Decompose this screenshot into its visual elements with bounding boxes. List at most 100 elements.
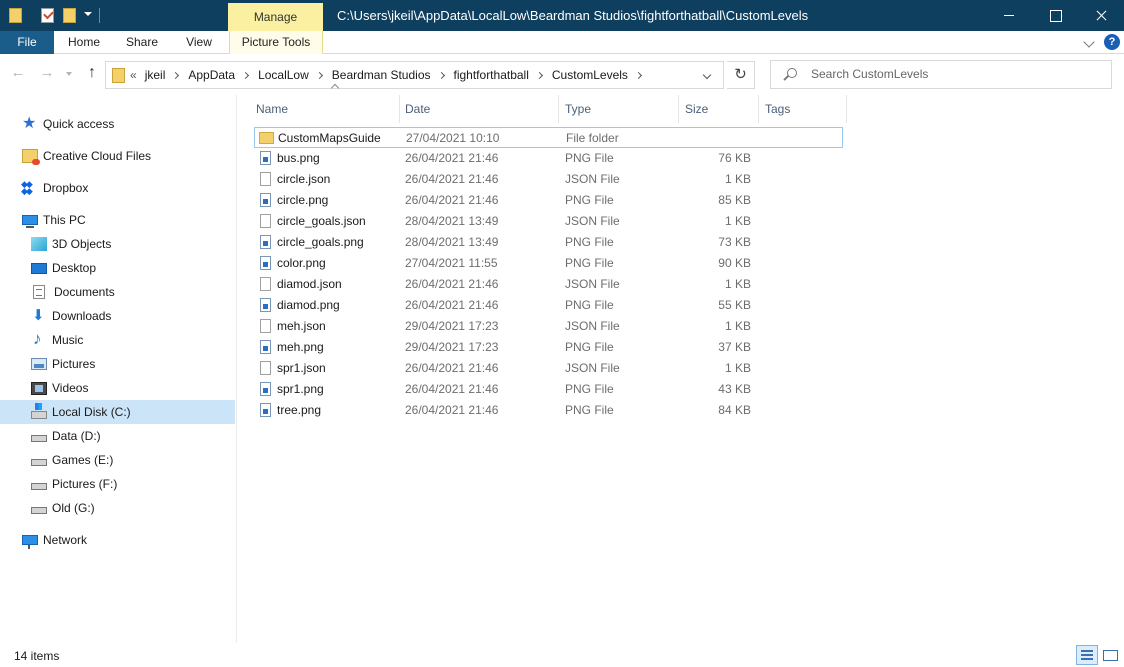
tab-view[interactable]: View (172, 31, 226, 54)
documents-icon (33, 285, 45, 299)
sidebar-item-this-pc[interactable]: This PC (22, 208, 86, 232)
sidebar-item-dropbox[interactable]: Dropbox (21, 176, 88, 200)
file-type: JSON File (565, 214, 620, 228)
file-size: 55 KB (718, 298, 751, 312)
new-folder-icon[interactable] (63, 8, 76, 23)
column-header-tags[interactable]: Tags (759, 95, 847, 123)
sidebar-item-label: Data (D:) (52, 429, 101, 443)
column-header-type[interactable]: Type (559, 95, 679, 123)
chevron-right-icon[interactable] (437, 71, 445, 79)
help-icon[interactable]: ? (1104, 34, 1120, 50)
json-file-icon (260, 172, 271, 186)
ribbon-tab-bar: File Home Share View Picture Tools ? (0, 31, 1124, 54)
tab-picture-tools[interactable]: Picture Tools (229, 31, 323, 54)
address-bar[interactable]: « jkeil AppData LocalLow Beardman Studio… (105, 61, 724, 89)
table-row[interactable]: color.png 27/04/2021 11:55 PNG File 90 KB (254, 253, 843, 274)
breadcrumb-item[interactable]: AppData (188, 68, 235, 82)
tab-manage[interactable]: Manage (228, 3, 323, 31)
large-icons-view-icon[interactable] (1101, 646, 1119, 664)
breadcrumb-item[interactable]: CustomLevels (552, 68, 628, 82)
windows-drive-icon (31, 403, 47, 419)
sidebar-item-label: Documents (54, 285, 115, 299)
file-list: Name Date Type Size Tags CustomMapsGuide… (238, 83, 1124, 643)
chevron-right-icon[interactable] (535, 71, 543, 79)
table-row[interactable]: spr1.png 26/04/2021 21:46 PNG File 43 KB (254, 379, 843, 400)
sidebar-item-quick-access[interactable]: Quick access (22, 112, 114, 136)
table-row[interactable]: circle_goals.json 28/04/2021 13:49 JSON Fi… (254, 211, 843, 232)
file-size: 1 KB (724, 277, 751, 291)
chevron-right-icon[interactable] (634, 71, 642, 79)
table-row[interactable]: meh.png 29/04/2021 17:23 PNG File 37 KB (254, 337, 843, 358)
breadcrumb-overflow[interactable]: « (130, 68, 137, 82)
chevron-right-icon[interactable] (242, 71, 250, 79)
breadcrumb-item[interactable]: fightforthatball (454, 68, 529, 82)
sidebar-item-pictures[interactable]: Pictures (31, 352, 95, 376)
sidebar-item-network[interactable]: Network (22, 528, 87, 552)
sidebar-item-downloads[interactable]: Downloads (31, 304, 111, 328)
column-header-name[interactable]: Name (250, 83, 400, 123)
drive-icon (31, 458, 47, 466)
chevron-right-icon[interactable] (315, 71, 323, 79)
sidebar-item-videos[interactable]: Videos (31, 376, 88, 400)
column-header-size[interactable]: Size (679, 95, 759, 123)
table-row[interactable]: circle.png 26/04/2021 21:46 PNG File 85 KB (254, 190, 843, 211)
sidebar-item-3d-objects[interactable]: 3D Objects (31, 232, 111, 256)
sidebar-item-old-g[interactable]: Old (G:) (31, 496, 95, 520)
column-header-date[interactable]: Date (399, 95, 559, 123)
file-date: 26/04/2021 21:46 (405, 382, 499, 396)
refresh-button[interactable]: ↻ (727, 61, 755, 89)
recent-locations-chevron-icon[interactable] (66, 72, 72, 76)
sidebar-item-label: Old (G:) (52, 501, 95, 515)
file-size: 84 KB (718, 403, 751, 417)
folder-icon[interactable] (9, 8, 22, 23)
tab-home[interactable]: Home (56, 31, 112, 54)
sidebar-item-pictures-f[interactable]: Pictures (F:) (31, 472, 117, 496)
expand-ribbon-chevron-icon[interactable] (1083, 36, 1095, 48)
maximize-button[interactable] (1032, 0, 1078, 31)
close-button[interactable] (1078, 0, 1124, 31)
sidebar-item-desktop[interactable]: Desktop (31, 256, 96, 280)
breadcrumb-item[interactable]: Beardman Studios (332, 68, 431, 82)
chevron-down-icon[interactable] (702, 70, 712, 80)
tab-file[interactable]: File (0, 31, 54, 54)
back-arrow-icon[interactable]: ← (10, 65, 26, 81)
png-file-icon (260, 256, 271, 270)
chevron-right-icon[interactable] (172, 71, 180, 79)
table-row[interactable]: diamod.json 26/04/2021 21:46 JSON File 1 KB (254, 274, 843, 295)
table-row[interactable]: circle_goals.png 28/04/2021 13:49 PNG File… (254, 232, 843, 253)
file-type: PNG File (565, 298, 614, 312)
breadcrumb-item[interactable]: LocalLow (258, 68, 309, 82)
sidebar-item-games-e[interactable]: Games (E:) (31, 448, 113, 472)
file-date: 27/04/2021 10:10 (406, 131, 500, 145)
pictures-icon (31, 358, 47, 370)
dropbox-icon (21, 179, 38, 197)
forward-arrow-icon[interactable]: → (39, 65, 55, 81)
sidebar-item-local-disk-c[interactable]: Local Disk (C:) (0, 400, 235, 424)
sidebar-item-creative-cloud[interactable]: Creative Cloud Files (22, 144, 151, 168)
3d-objects-icon (31, 237, 47, 251)
up-arrow-icon[interactable]: ↑ (84, 64, 100, 82)
search-box[interactable] (770, 60, 1112, 89)
table-row[interactable]: tree.png 26/04/2021 21:46 PNG File 84 KB (254, 400, 843, 421)
table-row[interactable]: CustomMapsGuide 27/04/2021 10:10 File fold… (254, 127, 843, 148)
details-view-icon[interactable] (1076, 645, 1098, 665)
properties-icon[interactable] (41, 8, 54, 23)
sidebar-item-data-d[interactable]: Data (D:) (31, 424, 101, 448)
sidebar-item-label: Pictures (F:) (52, 477, 118, 491)
table-row[interactable]: bus.png 26/04/2021 21:46 PNG File 76 KB (254, 148, 843, 169)
minimize-button[interactable] (986, 0, 1032, 31)
sidebar-item-music[interactable]: Music (31, 328, 83, 352)
search-input[interactable] (811, 67, 1101, 81)
table-row[interactable]: spr1.json 26/04/2021 21:46 JSON File 1 KB (254, 358, 843, 379)
table-row[interactable]: diamod.png 26/04/2021 21:46 PNG File 55 KB (254, 295, 843, 316)
file-size: 73 KB (718, 235, 751, 249)
customize-quick-access-dropdown-icon[interactable] (84, 12, 92, 16)
breadcrumb-item[interactable]: jkeil (145, 68, 166, 82)
sidebar-item-label: 3D Objects (52, 237, 112, 251)
table-row[interactable]: meh.json 29/04/2021 17:23 JSON File 1 KB (254, 316, 843, 337)
sidebar-item-documents[interactable]: Documents (33, 280, 115, 304)
divider (99, 8, 100, 23)
sidebar-item-label: Quick access (43, 117, 115, 131)
table-row[interactable]: circle.json 26/04/2021 21:46 JSON File 1 KB (254, 169, 843, 190)
tab-share[interactable]: Share (113, 31, 171, 54)
